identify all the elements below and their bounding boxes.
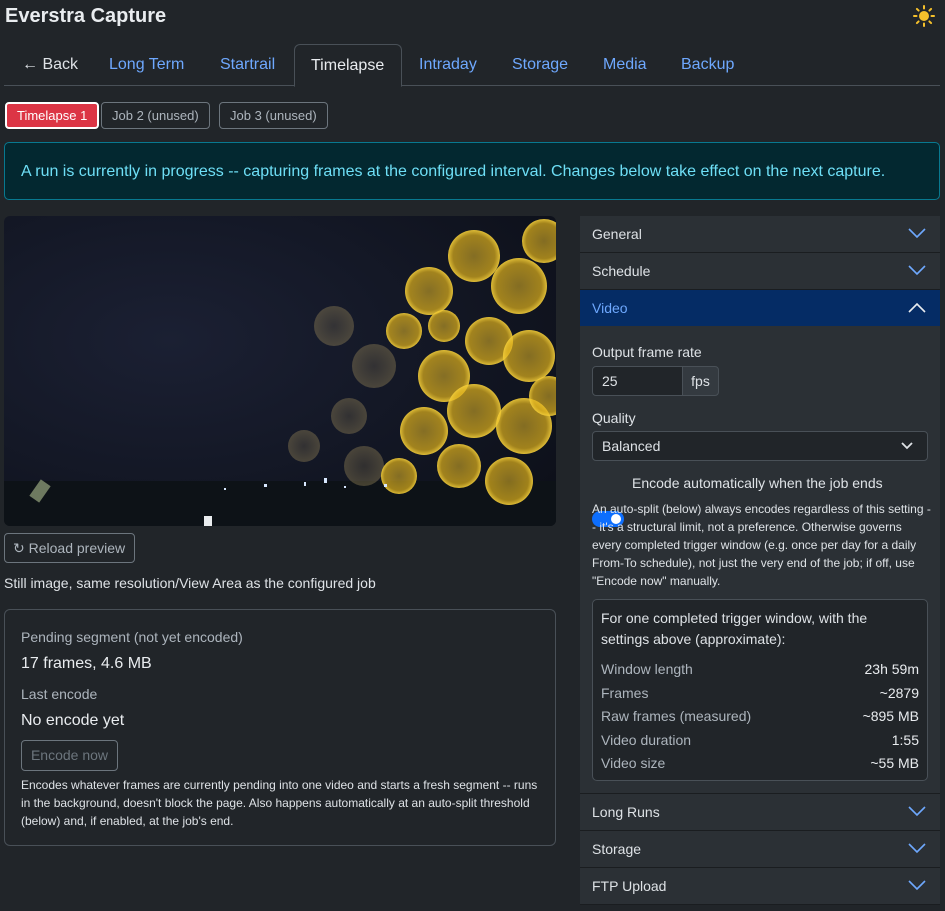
quality-label: Quality [592,410,636,426]
fps-label: Output frame rate [592,344,702,360]
estimate-row: Video size ~55 MB [601,755,919,771]
back-link[interactable]: ← Back [6,44,94,86]
section-ftp-upload-header[interactable]: FTP Upload [580,868,940,904]
encode-now-button[interactable]: Encode now [21,740,118,771]
estimate-box: For one completed trigger window, with t… [592,599,928,781]
section-ftp-upload-label: FTP Upload [592,878,667,894]
app-title: Everstra Capture [5,5,167,27]
tab-backup[interactable]: Backup [665,44,750,86]
estimate-row: Raw frames (measured) ~895 MB [601,708,919,724]
preview-image [4,216,556,526]
section-schedule[interactable]: Schedule [580,253,940,290]
tab-timelapse[interactable]: Timelapse [294,44,402,87]
section-long-runs-label: Long Runs [592,804,660,820]
job-button-3[interactable]: Job 3 (unused) [219,102,328,129]
fps-input[interactable]: 25 [592,366,683,396]
auto-encode-help: An auto-split (below) always encodes reg… [592,502,931,588]
estimate-row: Video duration 1:55 [601,731,919,748]
section-video-header[interactable]: Video [580,290,940,326]
run-in-progress-alert: A run is currently in progress -- captur… [4,142,940,200]
section-general-label: General [592,226,642,242]
chevron-up-icon [908,302,926,313]
chevron-down-icon [908,880,926,891]
encode-note: Encodes whatever frames are currently pe… [21,778,538,828]
section-storage[interactable]: Storage [580,831,940,868]
estimate-row: Window length 23h 59m [601,661,919,677]
theme-toggle-sun-icon[interactable] [913,5,935,27]
tab-long-term[interactable]: Long Term [93,44,200,86]
tab-startrail[interactable]: Startrail [204,44,291,86]
segment-card: Pending segment (not yet encoded) 17 fra… [4,609,556,846]
tab-media[interactable]: Media [587,44,663,86]
refresh-icon: ↻ [13,540,25,556]
preview-caption: Still image, same resolution/View Area a… [4,575,376,591]
estimate-row: Frames ~2879 [601,684,919,701]
estimate-intro: For one completed trigger window, with t… [601,610,868,647]
chevron-down-icon [908,843,926,854]
pending-label: Pending segment (not yet encoded) [21,629,243,645]
section-ftp-upload[interactable]: FTP Upload [580,868,940,905]
pending-value: 17 frames, 4.6 MB [21,655,152,672]
reload-preview-button[interactable]: ↻ Reload preview [4,533,135,563]
estimate-rows: Window length 23h 59m Frames ~2879 Raw fra… [601,658,919,776]
tab-intraday[interactable]: Intraday [403,44,493,86]
job-button-2[interactable]: Job 2 (unused) [101,102,210,129]
main-tabs: ← Back Long Term Startrail Timelapse Int… [4,44,940,87]
last-encode-value: No encode yet [21,712,125,729]
section-video-label: Video [592,300,628,316]
section-storage-label: Storage [592,841,642,857]
quality-select[interactable]: Balanced [592,431,928,461]
auto-encode-label: Encode automatically when the job ends [632,475,883,491]
section-long-runs-header[interactable]: Long Runs [580,794,940,830]
section-schedule-header[interactable]: Schedule [580,253,940,289]
last-encode-label: Last encode [21,686,98,702]
job-button-timelapse-1[interactable]: Timelapse 1 [5,102,100,129]
tab-storage[interactable]: Storage [496,44,584,86]
section-schedule-label: Schedule [592,263,651,279]
section-general[interactable]: General [580,216,940,253]
quality-value: Balanced [602,438,661,454]
section-general-header[interactable]: General [580,216,940,252]
section-long-runs[interactable]: Long Runs [580,794,940,831]
chevron-down-icon [908,228,926,239]
chevron-down-icon [908,806,926,817]
fps-unit: fps [682,366,719,396]
reload-label: Reload preview [28,540,126,556]
chevron-down-icon [901,442,913,450]
section-storage-header[interactable]: Storage [580,831,940,867]
section-video: Video Output frame rate 25 fps Quality B… [580,290,940,794]
chevron-down-icon [908,265,926,276]
